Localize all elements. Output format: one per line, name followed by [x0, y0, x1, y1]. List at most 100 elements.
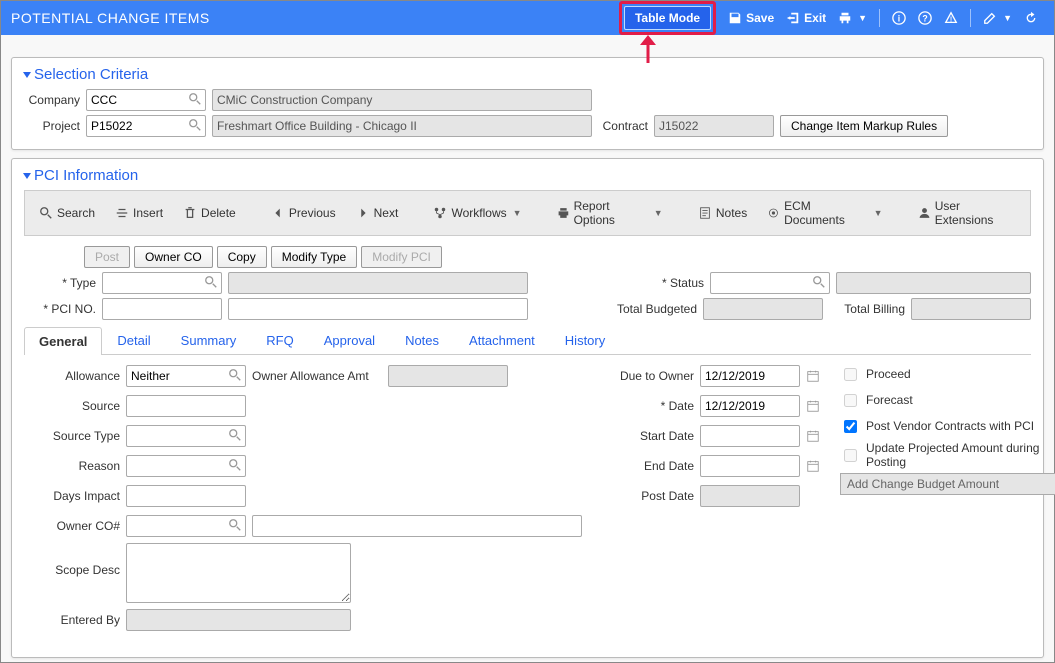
tab-history[interactable]: History — [550, 326, 620, 354]
modify-pci-button: Modify PCI — [361, 246, 442, 268]
toolbar-previous[interactable]: Previous — [263, 202, 344, 224]
exit-button[interactable]: Exit — [786, 11, 826, 25]
chevron-down-icon: ▼ — [858, 13, 867, 23]
help-button[interactable]: ? — [918, 11, 932, 25]
owner-co-desc-input[interactable] — [252, 515, 582, 537]
documents-icon — [767, 206, 780, 220]
chevron-down-icon: ▼ — [654, 208, 663, 218]
contract-code-display — [654, 115, 774, 137]
start-date-label: Start Date — [602, 429, 694, 443]
pci-toolbar: Search Insert Delete Previous Next Workf… — [24, 190, 1031, 236]
tab-general[interactable]: General — [24, 327, 102, 355]
search-icon[interactable] — [188, 118, 202, 132]
calendar-icon[interactable] — [806, 399, 820, 413]
search-icon[interactable] — [228, 368, 242, 382]
toolbar-workflows[interactable]: Workflows▼ — [425, 202, 529, 224]
search-icon[interactable] — [228, 458, 242, 472]
scope-desc-input[interactable] — [126, 543, 351, 603]
tab-approval[interactable]: Approval — [309, 326, 390, 354]
collapse-icon — [23, 72, 31, 78]
search-icon[interactable] — [228, 428, 242, 442]
info-button[interactable]: i — [892, 11, 906, 25]
tab-rfq[interactable]: RFQ — [251, 326, 308, 354]
entered-by-display — [126, 609, 351, 631]
copy-button[interactable]: Copy — [217, 246, 267, 268]
days-impact-input[interactable] — [126, 485, 246, 507]
svg-text:?: ? — [922, 14, 927, 24]
toolbar-notes[interactable]: Notes — [690, 202, 755, 224]
scope-desc-label: Scope Desc — [28, 543, 120, 577]
end-date-label: End Date — [602, 459, 694, 473]
exit-icon — [786, 11, 800, 25]
pci-information-panel: PCI Information Search Insert Delete Pre… — [11, 158, 1044, 658]
toolbar-ecm-documents[interactable]: ECM Documents▼ — [759, 195, 890, 231]
end-date-input[interactable] — [700, 455, 800, 477]
pci-information-header[interactable]: PCI Information — [24, 167, 1031, 184]
divider — [879, 9, 880, 27]
chevron-down-icon: ▼ — [513, 208, 522, 218]
edit-dropdown[interactable]: ▼ — [983, 11, 1012, 25]
calendar-icon[interactable] — [806, 459, 820, 473]
selection-criteria-header[interactable]: Selection Criteria — [24, 66, 1031, 83]
info-icon: i — [892, 11, 906, 25]
chevron-down-icon: ▼ — [874, 208, 883, 218]
refresh-button[interactable] — [1024, 11, 1038, 25]
allowance-label: Allowance — [28, 369, 120, 383]
source-input[interactable] — [126, 395, 246, 417]
proceed-checkbox-row[interactable]: Proceed — [840, 363, 1055, 385]
exit-label: Exit — [804, 11, 826, 25]
toolbar-next[interactable]: Next — [348, 202, 407, 224]
search-icon[interactable] — [204, 275, 218, 289]
date-input[interactable] — [700, 395, 800, 417]
pci-no-input[interactable] — [102, 298, 222, 320]
search-icon[interactable] — [812, 275, 826, 289]
company-label: Company — [24, 93, 80, 107]
owner-co-button[interactable]: Owner CO — [134, 246, 213, 268]
post-vendor-checkbox[interactable] — [844, 420, 857, 433]
due-to-owner-input[interactable] — [700, 365, 800, 387]
user-icon — [918, 206, 931, 220]
add-change-budget-select[interactable]: Add Change Budget Amount — [840, 473, 1055, 495]
contract-label: Contract — [598, 119, 648, 133]
post-vendor-checkbox-row[interactable]: Post Vendor Contracts with PCI — [840, 415, 1055, 437]
pci-desc-input[interactable] — [228, 298, 528, 320]
tab-detail[interactable]: Detail — [102, 326, 165, 354]
forecast-checkbox — [844, 394, 857, 407]
modify-type-button[interactable]: Modify Type — [271, 246, 357, 268]
section-title: PCI Information — [34, 167, 138, 184]
table-mode-button[interactable]: Table Mode — [624, 6, 711, 30]
search-icon[interactable] — [188, 92, 202, 106]
toolbar-insert[interactable]: Insert — [107, 202, 171, 224]
markup-rules-button[interactable]: Change Item Markup Rules — [780, 115, 948, 137]
alert-button[interactable]: ! — [944, 11, 958, 25]
owner-allowance-amt-label: Owner Allowance Amt — [252, 369, 382, 383]
delete-icon — [183, 206, 197, 220]
tab-notes[interactable]: Notes — [390, 326, 454, 354]
toolbar-report-options[interactable]: Report Options▼ — [549, 195, 671, 231]
tab-summary[interactable]: Summary — [166, 326, 252, 354]
calendar-icon[interactable] — [806, 429, 820, 443]
toolbar-delete[interactable]: Delete — [175, 202, 244, 224]
toolbar-search[interactable]: Search — [31, 202, 103, 224]
total-budgeted-display — [703, 298, 823, 320]
calendar-icon[interactable] — [806, 369, 820, 383]
tab-attachment[interactable]: Attachment — [454, 326, 550, 354]
pci-tabs: General Detail Summary RFQ Approval Note… — [24, 326, 1031, 355]
status-desc-display — [836, 272, 1031, 294]
section-title: Selection Criteria — [34, 66, 148, 83]
entered-by-label: Entered By — [28, 613, 120, 627]
search-icon[interactable] — [228, 518, 242, 532]
days-impact-label: Days Impact — [28, 489, 120, 503]
total-billing-label: Total Billing — [829, 302, 905, 316]
start-date-input[interactable] — [700, 425, 800, 447]
update-projected-checkbox-row[interactable]: Update Projected Amount during Posting — [840, 441, 1055, 469]
update-projected-checkbox — [844, 449, 857, 462]
search-icon — [39, 206, 53, 220]
save-button[interactable]: Save — [728, 11, 774, 25]
selection-criteria-panel: Selection Criteria Company Project Contr… — [11, 57, 1044, 150]
toolbar-user-extensions[interactable]: User Extensions — [910, 195, 1024, 231]
forecast-checkbox-row[interactable]: Forecast — [840, 389, 1055, 411]
arrow-left-icon — [271, 206, 285, 220]
print-dropdown[interactable]: ▼ — [838, 11, 867, 25]
total-budgeted-label: Total Budgeted — [607, 302, 697, 316]
